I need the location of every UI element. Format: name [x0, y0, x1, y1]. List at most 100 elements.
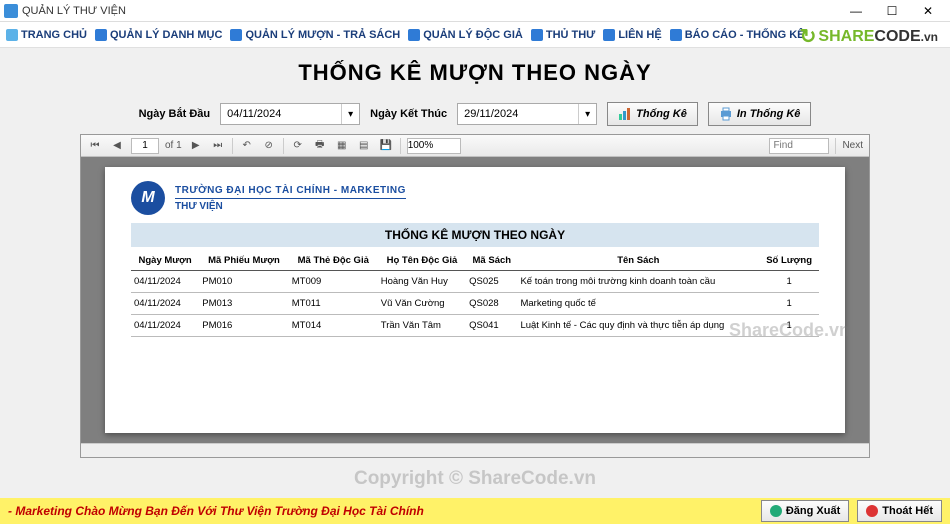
cell-slip: PM013 [199, 293, 289, 315]
square-icon [603, 29, 615, 41]
menu-label: QUẢN LÝ MƯỢN - TRẢ SÁCH [245, 29, 400, 41]
report-canvas[interactable]: M TRƯỜNG ĐẠI HỌC TÀI CHÍNH - MARKETING T… [81, 157, 869, 443]
close-button[interactable]: ✕ [910, 1, 946, 21]
zoom-input[interactable] [407, 138, 461, 154]
menu-contact[interactable]: LIÊN HỆ [603, 29, 661, 41]
layout-icon[interactable]: ▦ [334, 138, 350, 154]
cell-slip: PM016 [199, 315, 289, 337]
table-row: 04/11/2024PM010MT009Hoàng Văn HuyQS025Kế… [131, 271, 819, 293]
cell-book: QS028 [466, 293, 517, 315]
menu-reader[interactable]: QUẢN LÝ ĐỘC GIẢ [408, 29, 523, 41]
cell-book: QS025 [466, 271, 517, 293]
col-reader: Họ Tên Độc Giả [378, 251, 466, 271]
report-table: Ngày Mượn Mã Phiếu Mượn Mã Thẻ Độc Giả H… [131, 251, 819, 337]
home-icon [6, 29, 18, 41]
start-date-label: Ngày Bắt Đầu [139, 108, 211, 120]
page-number-input[interactable] [131, 138, 159, 154]
menu-label: QUẢN LÝ DANH MỤC [110, 29, 222, 41]
cell-date: 04/11/2024 [131, 315, 199, 337]
cell-reader: Vũ Văn Cường [378, 293, 466, 315]
next-page-icon[interactable]: ▶ [188, 138, 204, 154]
menu-report[interactable]: BÁO CÁO - THỐNG KÊ [670, 29, 805, 41]
cell-qty: 1 [759, 293, 819, 315]
cell-reader: Trần Văn Tâm [378, 315, 466, 337]
cell-card: MT009 [289, 271, 378, 293]
print-icon[interactable]: 🖶 [312, 138, 328, 154]
logout-button[interactable]: Đăng Xuất [761, 500, 849, 522]
power-icon [866, 505, 878, 517]
brand-part1: SHARE [818, 28, 874, 46]
org-name: TRƯỜNG ĐẠI HỌC TÀI CHÍNH - MARKETING [175, 185, 406, 199]
report-toolbar: ⏮ ◀ of 1 ▶ ⏭ ↶ ⊘ ⟳ 🖶 ▦ ▤ 💾 Next [81, 135, 869, 157]
page-setup-icon[interactable]: ▤ [356, 138, 372, 154]
report-viewer: ⏮ ◀ of 1 ▶ ⏭ ↶ ⊘ ⟳ 🖶 ▦ ▤ 💾 Next M TRƯỜNG… [80, 134, 870, 458]
org-logo: M [131, 181, 165, 215]
cell-title: Kế toán trong môi trường kinh doanh toàn… [517, 271, 759, 293]
org-dept: THƯ VIỆN [175, 199, 406, 212]
menu-label: LIÊN HỆ [618, 29, 661, 41]
start-date-picker[interactable]: ▾ [220, 103, 360, 125]
calendar-icon[interactable]: ▾ [578, 104, 596, 124]
menu-label: BÁO CÁO - THỐNG KÊ [685, 29, 805, 41]
title-bar: QUẢN LÝ THƯ VIỆN — ☐ ✕ [0, 0, 950, 22]
table-row: 04/11/2024PM016MT014Trần Văn TâmQS041Luậ… [131, 315, 819, 337]
last-page-icon[interactable]: ⏭ [210, 138, 226, 154]
find-next-button[interactable]: Next [842, 140, 863, 151]
cell-date: 04/11/2024 [131, 271, 199, 293]
menu-borrow[interactable]: QUẢN LÝ MƯỢN - TRẢ SÁCH [230, 29, 400, 41]
col-book: Mã Sách [466, 251, 517, 271]
table-row: 04/11/2024PM013MT011Vũ Văn CườngQS028Mar… [131, 293, 819, 315]
cell-qty: 1 [759, 271, 819, 293]
first-page-icon[interactable]: ⏮ [87, 138, 103, 154]
window-title: QUẢN LÝ THƯ VIỆN [22, 5, 838, 17]
report-title: THỐNG KÊ MƯỢN THEO NGÀY [131, 223, 819, 247]
app-icon [4, 4, 18, 18]
col-slip: Mã Phiếu Mượn [199, 251, 289, 271]
end-date-picker[interactable]: ▾ [457, 103, 597, 125]
cell-date: 04/11/2024 [131, 293, 199, 315]
cell-reader: Hoàng Văn Huy [378, 271, 466, 293]
stop-icon[interactable]: ⊘ [261, 138, 277, 154]
stats-button-label: Thống Kê [636, 108, 687, 120]
brand-suffix: .vn [921, 30, 938, 44]
calendar-icon[interactable]: ▾ [341, 104, 359, 124]
refresh-icon[interactable]: ⟳ [290, 138, 306, 154]
cell-qty: 1 [759, 315, 819, 337]
logout-label: Đăng Xuất [786, 505, 840, 517]
org-header: M TRƯỜNG ĐẠI HỌC TÀI CHÍNH - MARKETING T… [131, 181, 819, 215]
cell-title: Marketing quốc tế [517, 293, 759, 315]
square-icon [531, 29, 543, 41]
export-icon[interactable]: 💾 [378, 138, 394, 154]
cell-slip: PM010 [199, 271, 289, 293]
print-button[interactable]: In Thống Kê [708, 102, 812, 126]
stats-button[interactable]: Thống Kê [607, 102, 698, 126]
back-icon[interactable]: ↶ [239, 138, 255, 154]
cell-card: MT014 [289, 315, 378, 337]
start-date-input[interactable] [221, 104, 341, 124]
minimize-button[interactable]: — [838, 1, 874, 21]
brand-part2: CODE [874, 28, 920, 46]
menu-label: TRANG CHỦ [21, 29, 87, 41]
menu-category[interactable]: QUẢN LÝ DANH MỤC [95, 29, 222, 41]
find-input[interactable] [769, 138, 829, 154]
menu-home[interactable]: TRANG CHỦ [6, 29, 87, 41]
col-qty: Số Lượng [759, 251, 819, 271]
marquee-text: - Marketing Chào Mừng Bạn Đến Với Thư Vi… [8, 504, 753, 518]
square-icon [408, 29, 420, 41]
cell-book: QS041 [466, 315, 517, 337]
menu-label: QUẢN LÝ ĐỘC GIẢ [423, 29, 523, 41]
menu-librarian[interactable]: THỦ THƯ [531, 29, 595, 41]
logout-icon [770, 505, 782, 517]
horizontal-scrollbar[interactable] [81, 443, 869, 457]
separator [283, 138, 284, 154]
org-text: TRƯỜNG ĐẠI HỌC TÀI CHÍNH - MARKETING THƯ… [175, 185, 406, 212]
exit-button[interactable]: Thoát Hết [857, 500, 942, 522]
filter-bar: Ngày Bắt Đầu ▾ Ngày Kết Thúc ▾ Thống Kê … [0, 94, 950, 134]
chart-icon [618, 107, 632, 121]
end-date-input[interactable] [458, 104, 578, 124]
page-of-label: of 1 [165, 140, 182, 151]
print-button-label: In Thống Kê [737, 108, 801, 120]
prev-page-icon[interactable]: ◀ [109, 138, 125, 154]
maximize-button[interactable]: ☐ [874, 1, 910, 21]
cell-title: Luật Kinh tế - Các quy định và thực tiễn… [517, 315, 759, 337]
